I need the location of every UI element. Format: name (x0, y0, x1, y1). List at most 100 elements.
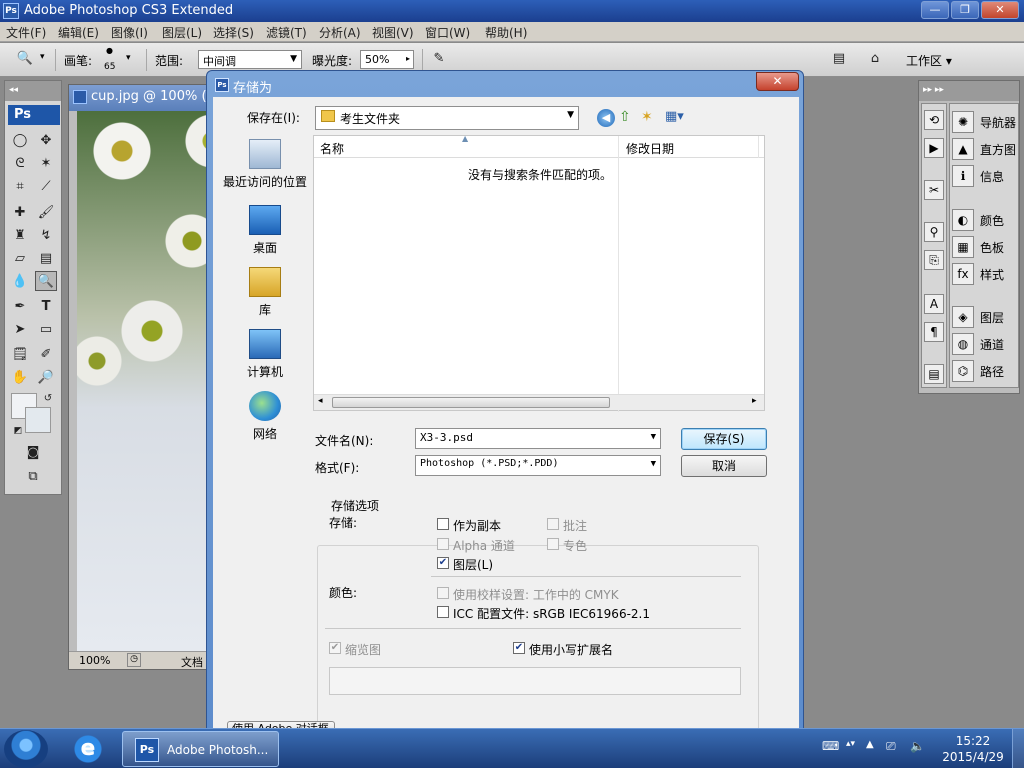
magic-wand-icon[interactable]: ✶ (35, 154, 57, 174)
menu-image[interactable]: 图像(I) (111, 24, 148, 41)
start-button[interactable] (4, 730, 48, 768)
format-select[interactable]: Photoshop (*.PSD;*.PDD) ▼ (415, 455, 661, 476)
save-in-dropdown[interactable]: 考生文件夹 ▼ (315, 106, 579, 130)
place-network[interactable]: 网络 (217, 391, 313, 442)
move-tool-icon[interactable]: ✥ (35, 131, 57, 151)
palette-paths[interactable]: ⌬ 路径 (952, 359, 1018, 383)
menu-view[interactable]: 视图(V) (372, 24, 414, 41)
gradient-tool-icon[interactable]: ▤ (35, 249, 57, 269)
palette-swatches[interactable]: ▦ 色板 (952, 235, 1018, 259)
place-computer[interactable]: 计算机 (217, 329, 313, 380)
column-name[interactable]: 名称 (320, 140, 344, 157)
place-desktop[interactable]: 桌面 (217, 205, 313, 256)
up-folder-icon[interactable]: ⇧ (619, 109, 631, 125)
eraser-tool-icon[interactable]: ▱ (9, 249, 31, 269)
network-tray-icon[interactable]: ⎚ (886, 739, 896, 754)
clone-source-icon[interactable]: ⎘ (924, 250, 944, 270)
blur-tool-icon[interactable]: 💧 (9, 272, 31, 292)
menu-file[interactable]: 文件(F) (6, 24, 46, 41)
hand-tool-icon[interactable]: ✋ (9, 368, 31, 388)
eyedropper-icon[interactable]: ✐ (35, 345, 57, 365)
tool-presets-icon[interactable]: ✂ (924, 180, 944, 200)
brush-dot-icon[interactable]: ● (106, 46, 113, 55)
app-close-button[interactable]: ✕ (981, 1, 1019, 19)
swap-colors-icon[interactable]: ↺ (37, 389, 59, 409)
shape-tool-icon[interactable]: ▭ (35, 320, 57, 340)
crop-tool-icon[interactable]: ⌗ (9, 177, 31, 197)
slice-tool-icon[interactable]: ⟋ (35, 177, 57, 197)
input-method-icon[interactable]: ▴▾ (846, 739, 855, 749)
keyboard-icon[interactable]: ⌨ (822, 739, 839, 753)
bridge-icon[interactable]: ⌂ (864, 49, 886, 69)
show-desktop-button[interactable] (1012, 729, 1024, 768)
place-recent[interactable]: 最近访问的位置 (217, 139, 313, 190)
dialog-close-button[interactable]: ✕ (756, 72, 799, 91)
clock[interactable]: 15:22 2015/4/29 (938, 733, 1008, 765)
palette-channels[interactable]: ◍ 通道 (952, 332, 1018, 356)
lasso-tool-icon[interactable]: ᘓ (9, 154, 31, 174)
layer-comps-icon[interactable]: ▤ (924, 364, 944, 384)
palette-histogram[interactable]: ▲ 直方图 (952, 137, 1018, 161)
menu-filter[interactable]: 滤镜(T) (266, 24, 307, 41)
zoom-level[interactable]: 100% (79, 654, 110, 667)
column-modified[interactable]: 修改日期 (626, 140, 674, 157)
cancel-button[interactable]: 取消 (681, 455, 767, 477)
menu-edit[interactable]: 编辑(E) (58, 24, 99, 41)
minimize-button[interactable]: — (921, 1, 949, 19)
status-menu-icon[interactable]: ◷ (127, 653, 141, 667)
view-menu-icon[interactable]: ▦▾ (665, 109, 684, 124)
volume-icon[interactable]: 🔈 (910, 739, 925, 753)
menu-layer[interactable]: 图层(L) (162, 24, 202, 41)
palette-dock-grip[interactable]: ▸▸ ▸▸ (919, 81, 1019, 101)
taskbar-photoshop-button[interactable]: Ps Adobe Photosh... (122, 731, 279, 767)
history-icon[interactable]: ⟲ (924, 110, 944, 130)
show-hidden-icons[interactable]: ▲ (866, 739, 874, 750)
scroll-left-icon[interactable]: ◂ (318, 396, 323, 406)
menu-analysis[interactable]: 分析(A) (319, 24, 361, 41)
internet-explorer-icon[interactable]: e (72, 734, 104, 764)
clone-stamp-icon[interactable]: ♜ (9, 226, 31, 246)
history-brush-icon[interactable]: ↯ (35, 226, 57, 246)
healing-brush-icon[interactable]: ✚ (9, 203, 31, 223)
paragraph-icon[interactable]: ¶ (924, 322, 944, 342)
brush-tool-icon[interactable]: 🖌 (35, 203, 57, 223)
zoom-tool-icon[interactable]: 🔎 (35, 368, 57, 388)
pen-tool-icon[interactable]: ✒ (9, 297, 31, 317)
dodge-tool-icon[interactable]: 🔍 (35, 271, 57, 291)
screen-mode-icon[interactable]: ⧉ (22, 467, 44, 487)
menu-window[interactable]: 窗口(W) (425, 24, 470, 41)
workspace-button[interactable]: 工作区 ▾ (906, 52, 952, 69)
type-tool-icon[interactable]: T (35, 297, 57, 317)
place-libraries[interactable]: 库 (217, 267, 313, 318)
image-canvas[interactable] (77, 111, 218, 651)
palette-well-icon[interactable]: ▤ (828, 49, 850, 69)
scroll-right-icon[interactable]: ▸ (752, 396, 757, 406)
palette-color[interactable]: ◐ 颜色 (952, 208, 1018, 232)
palette-info[interactable]: ℹ 信息 (952, 164, 1018, 188)
range-select[interactable]: 中间调 ▼ (198, 50, 302, 69)
default-colors-icon[interactable]: ◩ (7, 421, 29, 441)
filename-input[interactable]: X3-3.psd ▼ (415, 428, 661, 449)
document-title-bar[interactable]: cup.jpg @ 100% ( (69, 85, 217, 111)
marquee-tool-icon[interactable]: ◯ (9, 131, 31, 151)
horizontal-scrollbar[interactable]: ◂ ▸ (314, 394, 764, 410)
quick-mask-icon[interactable]: ◙ (22, 443, 44, 463)
preset-dropdown-icon[interactable]: ▾ (40, 52, 45, 62)
exposure-input[interactable]: 50% ▸ (360, 50, 414, 69)
palette-layers[interactable]: ◈ 图层 (952, 305, 1018, 329)
brush-dropdown-icon[interactable]: ▾ (126, 53, 131, 63)
path-select-icon[interactable]: ➤ (9, 320, 31, 340)
airbrush-icon[interactable]: ✎ (428, 49, 450, 69)
character-icon[interactable]: A (924, 294, 944, 314)
brushes-icon[interactable]: ⚲ (924, 222, 944, 242)
burn-tool-preset-icon[interactable]: 🔍 (14, 49, 36, 69)
palette-styles[interactable]: fx 样式 (952, 262, 1018, 286)
toolbox-grip[interactable]: ◂◂ (5, 81, 61, 101)
menu-select[interactable]: 选择(S) (213, 24, 254, 41)
scroll-thumb[interactable] (332, 397, 610, 408)
restore-button[interactable]: ❐ (951, 1, 979, 19)
notes-tool-icon[interactable]: 🗒 (9, 345, 31, 365)
palette-navigator[interactable]: ✺ 导航器 (952, 110, 1018, 134)
new-folder-icon[interactable]: ✶ (641, 109, 653, 125)
file-list[interactable]: 名称 ▲ 修改日期 没有与搜索条件匹配的项。 ◂ ▸ (313, 134, 765, 412)
